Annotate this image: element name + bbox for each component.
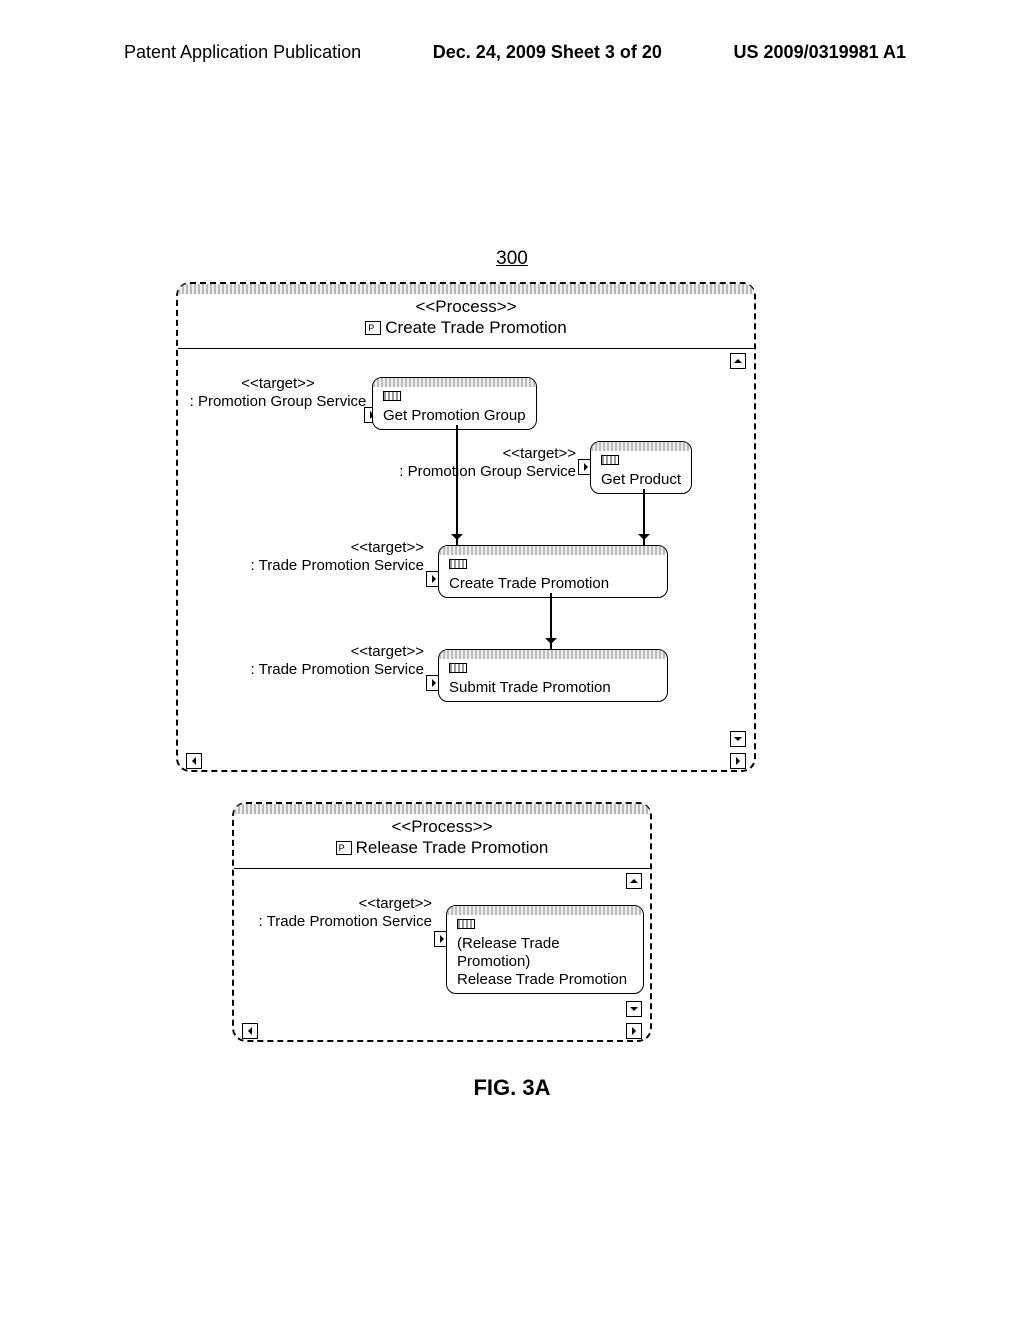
process-icon xyxy=(365,321,381,335)
process-title: <<Process>> Release Trade Promotion xyxy=(234,804,650,868)
process-body: <<target>> : Trade Promotion Service (Re… xyxy=(234,869,650,1045)
figure-caption: FIG. 3A xyxy=(473,1075,550,1101)
process-create-trade-promotion: <<Process>> Create Trade Promotion <<tar… xyxy=(176,282,756,772)
activity-submit-trade-promotion: Submit Trade Promotion xyxy=(438,649,668,702)
activity-icon xyxy=(449,663,467,673)
target-label: <<target>> : Promotion Group Service xyxy=(386,445,576,481)
activity-get-product: Get Product xyxy=(590,441,692,494)
port-left-icon xyxy=(242,1023,258,1039)
activity-release-trade-promotion: (Release Trade Promotion) Release Trade … xyxy=(446,905,644,994)
process-name: Create Trade Promotion xyxy=(385,317,566,338)
process-stereotype: <<Process>> xyxy=(415,297,516,316)
process-release-trade-promotion: <<Process>> Release Trade Promotion <<ta… xyxy=(232,802,652,1042)
port-up-icon xyxy=(626,873,642,889)
figure-reference-number: 300 xyxy=(496,248,528,270)
process-icon xyxy=(336,841,352,855)
process-stereotype: <<Process>> xyxy=(391,817,492,836)
port-up-icon xyxy=(730,353,746,369)
header-left: Patent Application Publication xyxy=(124,42,361,63)
target-label: <<target>> : Promotion Group Service xyxy=(188,375,368,411)
activity-icon xyxy=(383,391,401,401)
port-left-icon xyxy=(186,753,202,769)
activity-create-trade-promotion: Create Trade Promotion xyxy=(438,545,668,598)
process-title: <<Process>> Create Trade Promotion xyxy=(178,284,754,348)
arrow-icon xyxy=(456,425,458,545)
port-right-icon xyxy=(626,1023,642,1039)
activity-icon xyxy=(457,919,475,929)
page-header: Patent Application Publication Dec. 24, … xyxy=(0,42,1024,63)
arrow-icon xyxy=(643,489,645,545)
header-center: Dec. 24, 2009 Sheet 3 of 20 xyxy=(433,42,662,63)
process-body: <<target>> : Promotion Group Service Get… xyxy=(178,349,754,775)
arrow-icon xyxy=(550,593,552,649)
patent-figure-page: Patent Application Publication Dec. 24, … xyxy=(0,0,1024,1320)
port-down-icon xyxy=(626,1001,642,1017)
activity-icon xyxy=(449,559,467,569)
header-right: US 2009/0319981 A1 xyxy=(734,42,906,63)
target-label: <<target>> : Trade Promotion Service xyxy=(234,539,424,575)
port-right-icon xyxy=(730,753,746,769)
port-down-icon xyxy=(730,731,746,747)
target-label: <<target>> : Trade Promotion Service xyxy=(242,895,432,931)
process-name: Release Trade Promotion xyxy=(356,837,549,858)
activity-get-promotion-group: Get Promotion Group xyxy=(372,377,537,430)
activity-icon xyxy=(601,455,619,465)
target-label: <<target>> : Trade Promotion Service xyxy=(234,643,424,679)
